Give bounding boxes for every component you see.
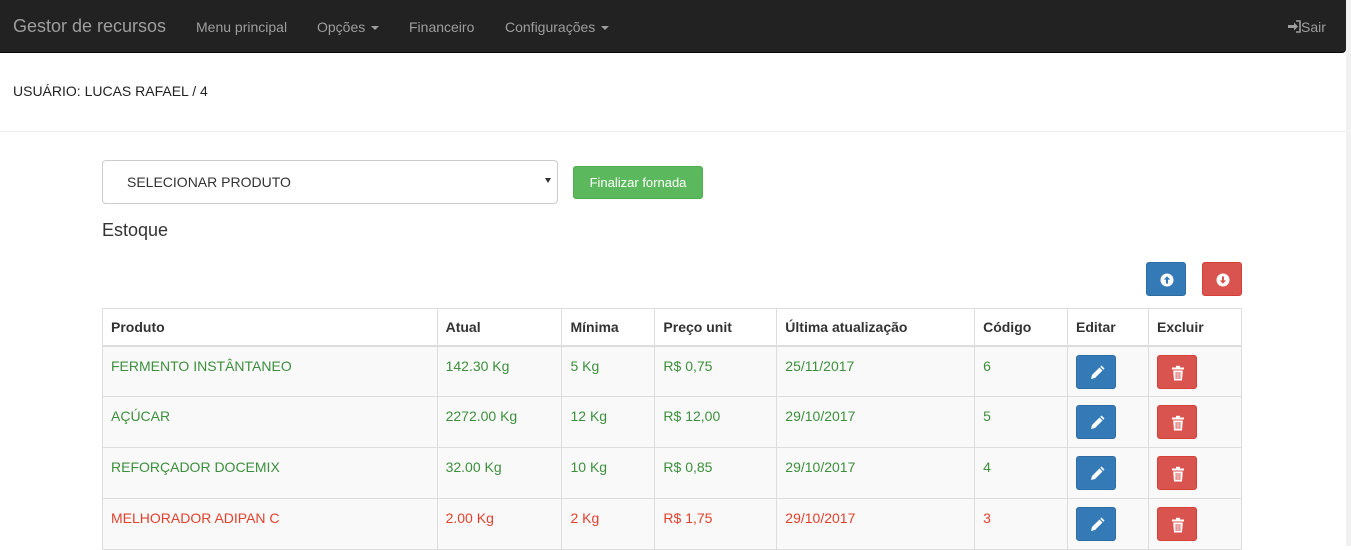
circle-arrow-up-icon [1160, 273, 1174, 287]
caret-down-icon [371, 26, 380, 31]
product-select[interactable]: SELECIONAR PRODUTO [102, 160, 558, 204]
cell-atualizacao: 29/10/2017 [785, 408, 856, 424]
column-header: Última atualização [776, 308, 976, 347]
edit-button[interactable] [1076, 354, 1117, 389]
cell-preco: R$ 0,85 [663, 459, 713, 475]
cell-atualizacao: 29/10/2017 [785, 459, 856, 475]
column-header: Editar [1067, 308, 1149, 347]
user-info: USUÁRIO: LUCAS RAFAEL / 4 [13, 83, 208, 99]
trash-icon [1171, 365, 1184, 380]
cell-codigo: 3 [983, 510, 991, 526]
brand[interactable]: Gestor de recursos [13, 0, 166, 52]
cell-atualizacao: 25/11/2017 [785, 357, 855, 374]
cell-minima: 10 Kg [570, 459, 608, 475]
pencil-icon [1091, 466, 1105, 480]
delete-button[interactable] [1156, 405, 1197, 439]
caret-down-icon [601, 26, 610, 31]
cell-preco: R$ 0,75 [663, 357, 713, 374]
cell-produto: AÇÚCAR [111, 408, 171, 424]
cell-produto: FERMENTO INSTÂNTANEO [111, 357, 292, 374]
cell-produto: REFORÇADOR DOCEMIX [111, 459, 280, 475]
circle-arrow-down-icon [1216, 273, 1230, 287]
finalize-batch-button[interactable]: Finalizar fornada [573, 166, 703, 199]
cell-codigo: 4 [983, 459, 991, 475]
nav-label: Financeiro [409, 19, 475, 35]
nav-menu-principal[interactable]: Menu principal [196, 0, 287, 52]
nav-configuracoes-dropdown[interactable]: Configurações [505, 0, 610, 52]
table-row: AÇÚCAR 2272.00 Kg 12 Kg R$ 12,00 29/10/2… [102, 396, 1243, 448]
cell-produto: MELHORADOR ADIPAN C [111, 510, 280, 526]
edit-button[interactable] [1076, 507, 1117, 541]
column-header: Código [974, 308, 1069, 347]
dropdown-arrow-icon [545, 178, 551, 183]
pencil-icon [1091, 415, 1105, 429]
page-scrollbar[interactable] [1346, 0, 1351, 546]
cell-atualizacao: 29/10/2017 [785, 510, 856, 526]
column-header: Produto [102, 308, 438, 347]
cell-preco: R$ 1,75 [663, 510, 713, 526]
logout-link[interactable]: Sair [1287, 0, 1326, 52]
column-header: Mínima [561, 308, 656, 347]
log-in-icon [1288, 20, 1301, 33]
nav-opcoes-dropdown[interactable]: Opções [317, 0, 380, 52]
divider [0, 131, 1346, 132]
cell-minima: 5 Kg [570, 357, 600, 374]
cell-atual: 2272.00 Kg [445, 408, 518, 424]
nav-label: Menu principal [196, 19, 288, 35]
column-header: Excluir [1147, 308, 1243, 347]
nav-financeiro[interactable]: Financeiro [409, 0, 474, 52]
delete-button[interactable] [1156, 507, 1197, 541]
nav-label: Opções [317, 19, 366, 35]
download-button[interactable] [1202, 262, 1242, 296]
edit-button[interactable] [1076, 405, 1117, 439]
trash-icon [1171, 517, 1184, 533]
column-header: Preço unit [654, 308, 778, 347]
cell-atual: 2.00 Kg [445, 510, 494, 526]
cell-preco: R$ 12,00 [663, 408, 721, 424]
pencil-icon [1091, 517, 1105, 531]
logout-label: Sair [1301, 19, 1326, 35]
section-title: Estoque [102, 220, 169, 240]
top-navbar: Gestor de recursos Menu principal Opções… [0, 0, 1346, 53]
cell-codigo: 5 [983, 408, 991, 424]
cell-atual: 32.00 Kg [445, 459, 502, 475]
delete-button[interactable] [1156, 456, 1197, 490]
stock-table: Produto Atual Mínima Preço unit Última a… [102, 308, 1243, 550]
table-row: REFORÇADOR DOCEMIX 32.00 Kg 10 Kg R$ 0,8… [102, 447, 1243, 499]
delete-button[interactable] [1156, 354, 1197, 389]
table-row: FERMENTO INSTÂNTANEO 142.30 Kg 5 Kg R$ 0… [102, 345, 1243, 397]
cell-minima: 2 Kg [570, 510, 600, 526]
edit-button[interactable] [1076, 456, 1117, 490]
cell-codigo: 6 [983, 357, 991, 374]
trash-icon [1171, 415, 1184, 431]
table-row: MELHORADOR ADIPAN C 2.00 Kg 2 Kg R$ 1,75… [102, 498, 1243, 550]
column-header: Atual [436, 308, 563, 347]
nav-label: Configurações [505, 19, 596, 35]
product-select-value: SELECIONAR PRODUTO [127, 174, 291, 190]
table-header-row: Produto Atual Mínima Preço unit Última a… [102, 308, 1243, 347]
upload-button[interactable] [1146, 262, 1186, 296]
cell-minima: 12 Kg [570, 408, 608, 424]
cell-atual: 142.30 Kg [445, 357, 510, 374]
trash-icon [1171, 466, 1184, 482]
pencil-icon [1091, 365, 1105, 379]
